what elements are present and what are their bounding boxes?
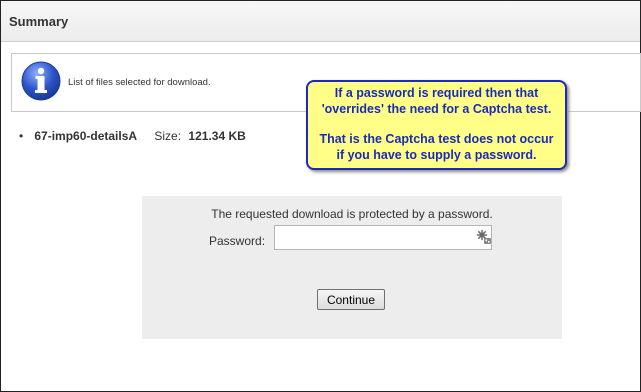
file-size-label: Size: (154, 129, 182, 143)
annotation-callout: If a password is required then that 'ove… (306, 80, 567, 170)
callout-line-1: If a password is required then that (334, 86, 539, 100)
continue-button[interactable]: Continue (317, 289, 385, 310)
callout-line-2: 'overrides' the need for a Captcha test. (321, 102, 552, 116)
info-icon (21, 61, 61, 101)
callout-gap (308, 117, 565, 131)
file-size-value: 121.34 KB (188, 129, 246, 143)
password-panel: The requested download is protected by a… (142, 196, 562, 339)
key-icon[interactable] (476, 229, 492, 245)
window-frame: Summary List of files selected for downl… (0, 0, 641, 392)
password-input[interactable] (274, 225, 492, 250)
callout-line-3: That is the Captcha test does not occur (319, 132, 554, 146)
file-list-item: • 67-imp60-detailsA Size: 121.34 KB (19, 129, 246, 145)
file-name: 67-imp60-detailsA (34, 129, 138, 143)
summary-header: Summary (1, 1, 640, 42)
callout-line-4: if you have to supply a password. (336, 148, 537, 162)
password-protected-message: The requested download is protected by a… (211, 207, 493, 221)
bullet-icon: • (19, 129, 24, 143)
info-message-text: List of files selected for download. (68, 77, 211, 88)
page-title: Summary (9, 14, 69, 29)
password-label: Password: (209, 234, 266, 248)
